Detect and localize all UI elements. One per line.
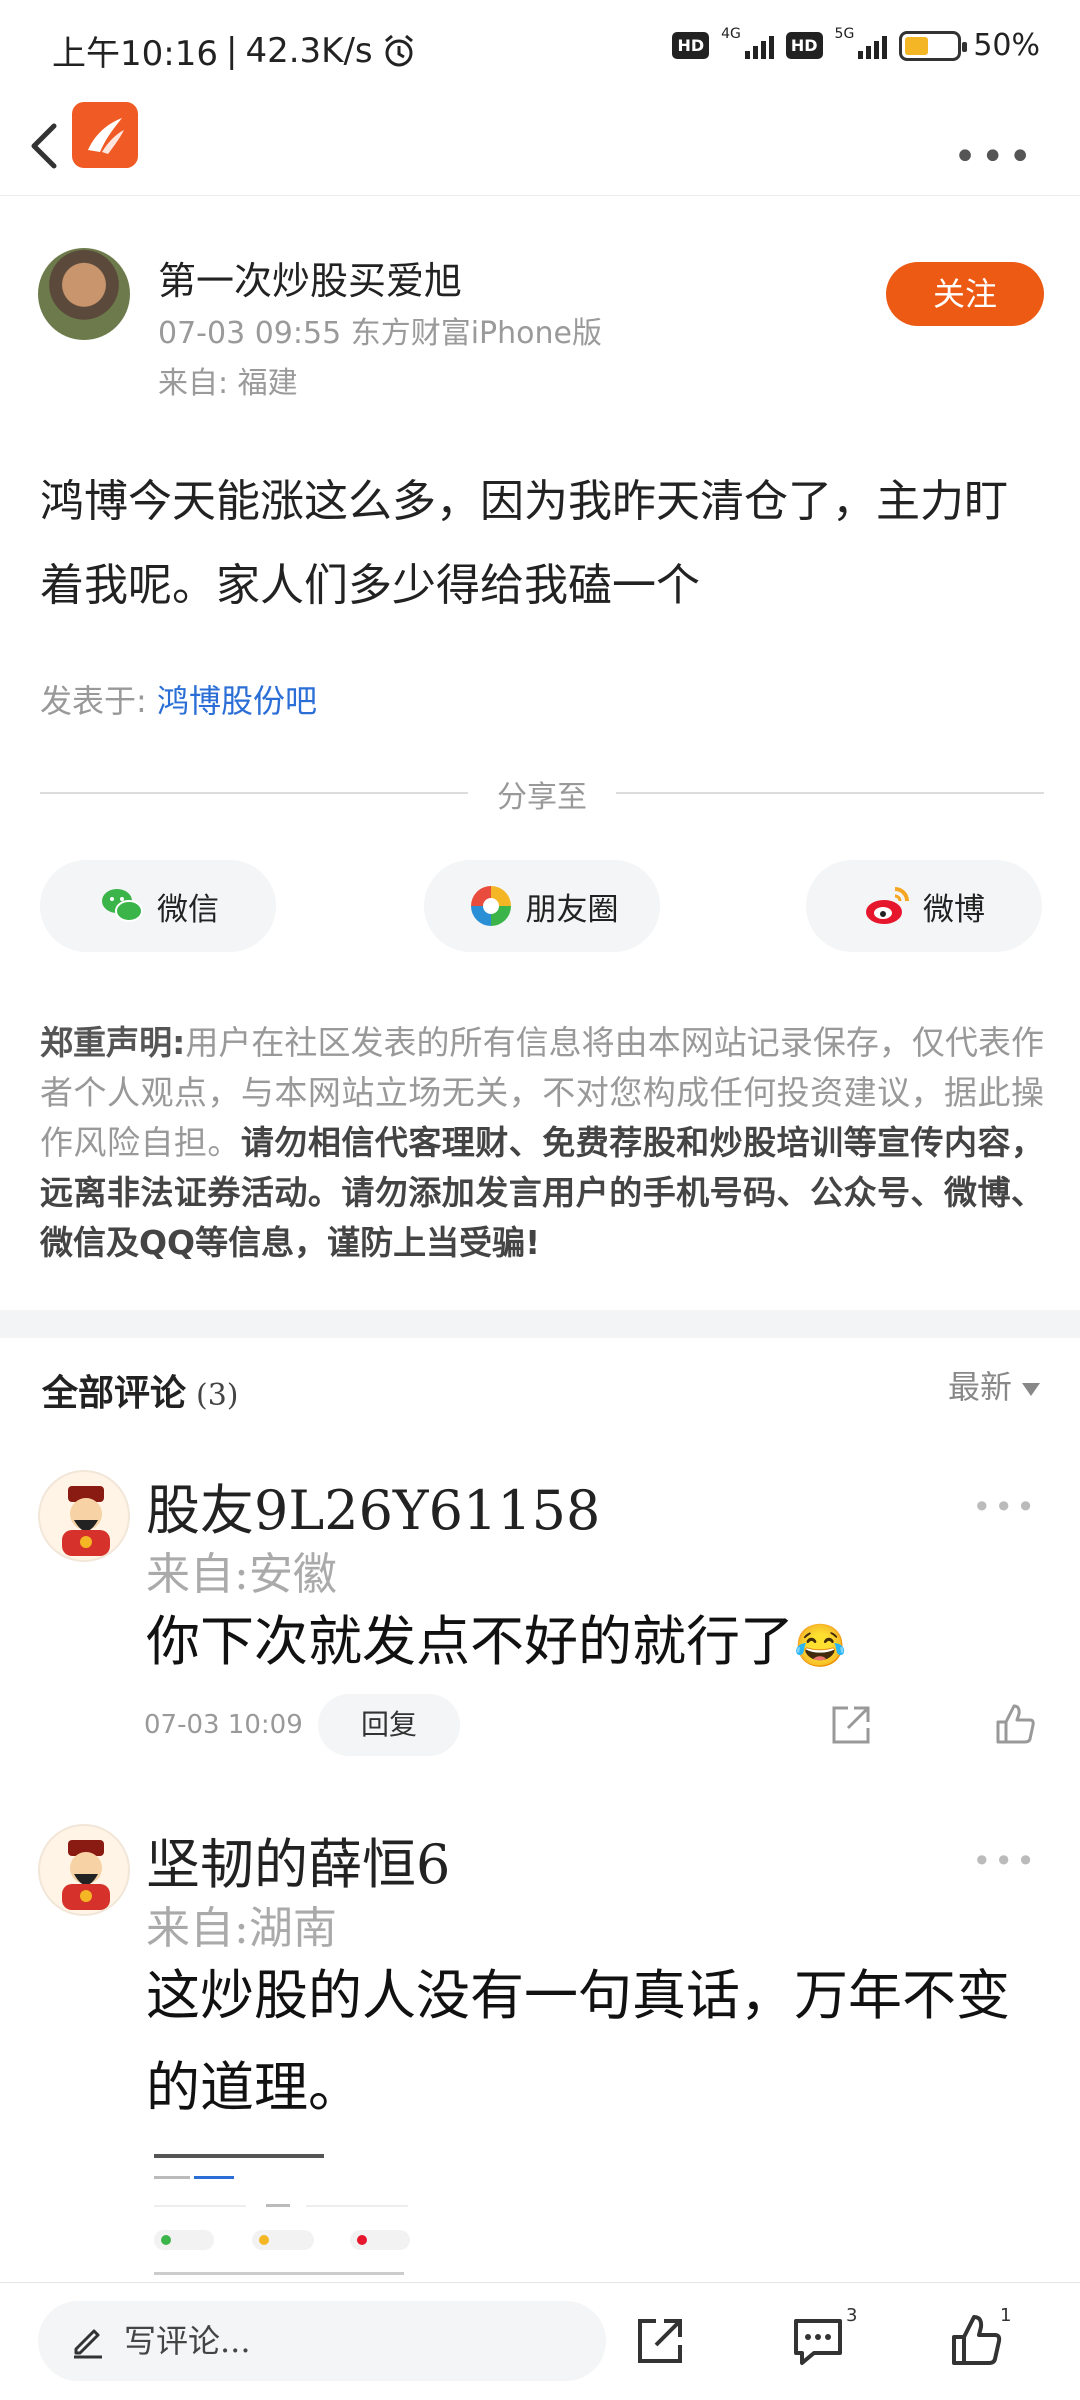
signal-icon: [858, 33, 888, 59]
section-divider: [0, 1310, 1080, 1338]
share-weibo-button[interactable]: 微博: [806, 860, 1042, 952]
share-moments-label: 朋友圈: [525, 891, 619, 928]
comment-text: 这炒股的人没有一句真话，万年不变的道理。: [146, 1964, 1010, 2119]
write-comment-input[interactable]: 写评论...: [38, 2301, 606, 2381]
status-left: 上午10:16 | 42.3K/s: [52, 26, 417, 75]
comment-icon[interactable]: [790, 2313, 846, 2369]
status-time: 上午10:16: [52, 34, 218, 74]
posted-in: 发表于: 鸿博股份吧: [40, 676, 317, 722]
thumbs-up-icon[interactable]: [992, 1702, 1038, 1748]
post-body: 鸿博今天能涨这么多，因为我昨天清仓了，主力盯着我呢。家人们多少得给我磕一个: [40, 476, 1008, 611]
comments-count: (3): [196, 1378, 239, 1413]
more-dots-icon[interactable]: •••: [953, 134, 1036, 180]
hd-badge: HD: [672, 32, 710, 59]
comment-more-icon[interactable]: •••: [972, 1842, 1038, 1880]
hd-badge: HD: [785, 32, 823, 59]
fortune-god-avatar-icon: [62, 1486, 110, 1556]
alarm-icon: [384, 34, 413, 66]
forum-link[interactable]: 鸿博股份吧: [157, 682, 317, 720]
share-icon[interactable]: [828, 1702, 874, 1748]
chevron-left-icon[interactable]: [22, 118, 66, 174]
share-icon[interactable]: [632, 2313, 688, 2369]
comment-time: 07-03 10:09: [144, 1710, 303, 1740]
signal-icon: [744, 33, 774, 59]
status-right: HD 4G HD 5G 50%: [672, 25, 1040, 63]
reply-button[interactable]: 回复: [318, 1694, 460, 1756]
weibo-icon: [866, 887, 909, 924]
comments-title: 全部评论 (3): [42, 1372, 239, 1414]
author-location: 来自: 福建: [158, 366, 298, 401]
app-logo-icon: [72, 102, 138, 168]
network-type: 5G: [834, 25, 855, 42]
share-divider: 分享至: [40, 770, 1044, 815]
fortune-god-avatar-icon: [62, 1840, 110, 1910]
status-net-speed: 42.3K/s: [245, 30, 373, 71]
dropdown-triangle-icon: [1022, 1383, 1040, 1396]
status-bar: 上午10:16 | 42.3K/s HD 4G HD 5G 50%: [0, 0, 1080, 100]
screenshot-thumbnail-image: [154, 2154, 410, 2285]
nav-bar: •••: [0, 100, 1080, 196]
disclaimer-heading: 郑重声明:: [40, 1023, 186, 1062]
laugh-cry-emoji-icon: 😂: [794, 1621, 847, 1670]
write-comment-placeholder: 写评论...: [124, 2322, 251, 2360]
battery-icon: [899, 30, 968, 61]
pencil-icon: [74, 2329, 102, 2359]
comment-avatar[interactable]: [38, 1824, 130, 1916]
author-avatar[interactable]: [38, 248, 130, 340]
bottom-bar: 写评论... 3 1: [0, 2282, 1080, 2400]
follow-button[interactable]: 关注: [886, 262, 1044, 326]
comment-count-badge: 3: [846, 2305, 858, 2326]
battery-percent: 50%: [973, 28, 1040, 63]
network-type: 4G: [721, 25, 741, 42]
post-meta: 07-03 09:55 东方财富iPhone版: [158, 316, 602, 351]
share-moments-button[interactable]: 朋友圈: [424, 860, 660, 952]
share-label: 分享至: [497, 780, 587, 815]
thumbs-up-icon[interactable]: [948, 2313, 1004, 2369]
share-weibo-label: 微博: [923, 891, 985, 928]
comment-location: 来自:湖南: [146, 1903, 337, 1954]
comment-author[interactable]: 坚韧的薛恒6: [146, 1820, 450, 1899]
comment-more-icon[interactable]: •••: [972, 1488, 1038, 1526]
wechat-icon: [102, 889, 143, 922]
comment-text: 你下次就发点不好的就行了😂: [146, 1610, 847, 1673]
moments-icon: [470, 886, 511, 926]
comment-location: 来自:安徽: [146, 1549, 337, 1600]
author-name[interactable]: 第一次炒股买爱旭: [158, 250, 462, 305]
comment-image-thumbnail[interactable]: [146, 2140, 416, 2290]
comment-author[interactable]: 股友9L26Y61158: [146, 1466, 600, 1545]
sort-dropdown[interactable]: 最新: [948, 1362, 1040, 1408]
disclaimer: 郑重声明:用户在社区发表的所有信息将由本网站记录保存，仅代表作者个人观点，与本网…: [40, 1018, 1044, 1268]
comment-avatar[interactable]: [38, 1470, 130, 1562]
posted-in-label: 发表于:: [40, 682, 157, 720]
share-wechat-label: 微信: [157, 891, 219, 928]
like-count-badge: 1: [1000, 2305, 1012, 2326]
share-wechat-button[interactable]: 微信: [40, 860, 276, 952]
